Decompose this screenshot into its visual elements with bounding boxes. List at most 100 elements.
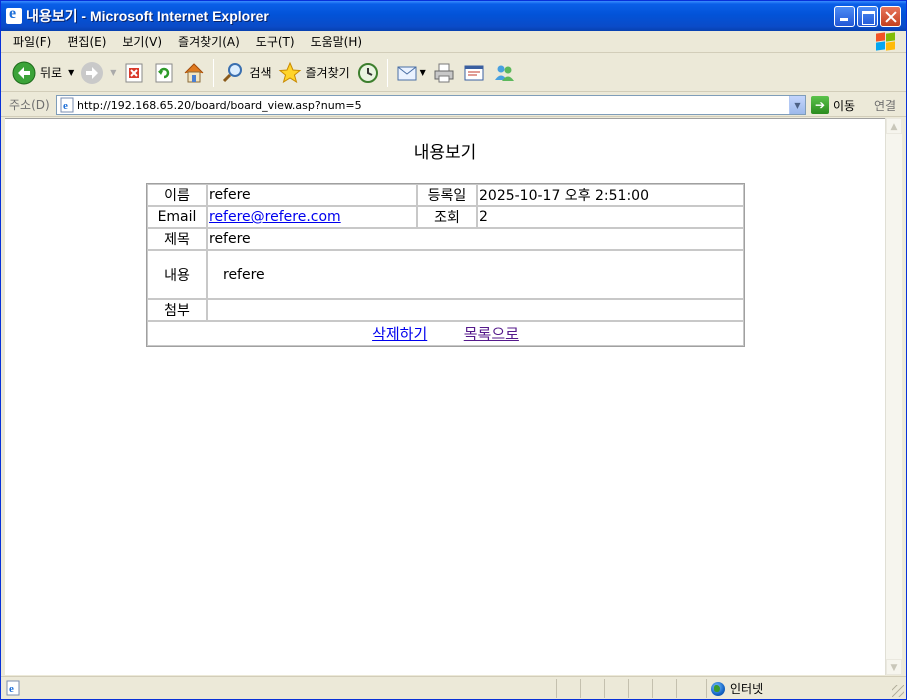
search-icon: [221, 61, 245, 85]
status-panels: [556, 679, 700, 698]
delete-link[interactable]: 삭제하기: [372, 325, 427, 343]
back-arrow-icon: [12, 61, 36, 85]
name-value: refere: [207, 184, 417, 206]
favorites-button[interactable]: 즐겨찾기: [275, 57, 353, 89]
forward-button[interactable]: ▼: [77, 57, 119, 89]
stop-button[interactable]: [119, 57, 149, 89]
go-button[interactable]: ➔ 이동: [811, 95, 855, 115]
table-row: 제목 refere: [147, 228, 744, 250]
email-cell: refere@refere.com: [207, 206, 417, 228]
subject-value: refere: [207, 228, 744, 250]
email-label: Email: [147, 206, 207, 228]
mail-icon: [395, 61, 419, 85]
resize-grip-icon[interactable]: [892, 685, 904, 697]
browser-window: 내용보기 - Microsoft Internet Explorer 파일(F)…: [0, 0, 907, 700]
status-panel: [604, 679, 628, 698]
back-label: 뒤로: [40, 66, 63, 80]
subject-label: 제목: [147, 228, 207, 250]
printer-icon: [432, 61, 456, 85]
views-value: 2: [477, 206, 744, 228]
zone-label: 인터넷: [730, 682, 764, 696]
back-button[interactable]: 뒤로 ▼: [9, 57, 77, 89]
post-detail-table: 이름 refere 등록일 2025-10-17 오후 2:51:00 Emai…: [146, 183, 745, 347]
menu-help[interactable]: 도움말(H): [303, 31, 371, 53]
star-icon: [278, 61, 302, 85]
search-button[interactable]: 검색: [218, 57, 274, 89]
attach-value: [207, 299, 744, 321]
home-icon: [182, 61, 206, 85]
address-input[interactable]: e http://192.168.65.20/board/board_view.…: [56, 95, 806, 115]
address-bar: 주소(D) e http://192.168.65.20/board/board…: [1, 93, 906, 117]
attach-label: 첨부: [147, 299, 207, 321]
print-button[interactable]: [429, 57, 459, 89]
status-panel: [652, 679, 676, 698]
svg-text:e: e: [63, 100, 68, 112]
menu-bar: 파일(F) 편집(E) 보기(V) 즐겨찾기(A) 도구(T) 도움말(H): [1, 31, 906, 53]
page-title: 내용보기: [413, 143, 477, 163]
links-label[interactable]: 연결: [874, 97, 896, 114]
scroll-up-icon[interactable]: ▲: [886, 118, 902, 134]
title-bar[interactable]: 내용보기 - Microsoft Internet Explorer: [1, 1, 906, 31]
history-button[interactable]: [353, 57, 383, 89]
globe-icon: [711, 681, 725, 696]
scroll-down-icon[interactable]: ▼: [886, 659, 902, 675]
views-label: 조회: [417, 206, 477, 228]
mail-dropdown-icon[interactable]: ▼: [420, 68, 426, 77]
action-links: 삭제하기 목록으로: [147, 321, 744, 346]
address-label: 주소(D): [9, 98, 50, 112]
close-button[interactable]: [880, 6, 901, 27]
window-title: 내용보기 - Microsoft Internet Explorer: [26, 8, 269, 24]
windows-logo-icon: [874, 32, 896, 52]
edit-page-icon: [462, 61, 486, 85]
email-link[interactable]: refere@refere.com: [209, 209, 341, 225]
back-dropdown-icon[interactable]: ▼: [68, 68, 74, 77]
ie-page-icon: e: [59, 97, 75, 113]
forward-dropdown-icon[interactable]: ▼: [110, 68, 116, 77]
window-controls: [834, 6, 901, 27]
ie-page-icon: e: [5, 680, 21, 696]
edit-button[interactable]: [459, 57, 489, 89]
menu-view[interactable]: 보기(V): [114, 31, 170, 53]
mail-button[interactable]: ▼: [392, 57, 429, 89]
vertical-scrollbar[interactable]: ▲ ▼: [885, 118, 902, 675]
go-arrow-icon: ➔: [811, 96, 829, 114]
status-panel: [676, 679, 700, 698]
table-row: 첨부: [147, 299, 744, 321]
menu-favorites[interactable]: 즐겨찾기(A): [170, 31, 248, 53]
messenger-icon: [492, 61, 516, 85]
menu-file[interactable]: 파일(F): [1, 31, 59, 53]
home-button[interactable]: [179, 57, 209, 89]
stop-icon: [122, 61, 146, 85]
status-panel: [580, 679, 604, 698]
security-zone: 인터넷: [706, 679, 886, 698]
menu-tools[interactable]: 도구(T): [248, 31, 303, 53]
name-label: 이름: [147, 184, 207, 206]
svg-text:e: e: [9, 683, 14, 695]
address-dropdown-icon[interactable]: ▼: [789, 96, 805, 114]
date-value: 2025-10-17 오후 2:51:00: [477, 184, 744, 206]
list-link[interactable]: 목록으로: [464, 325, 519, 343]
history-icon: [356, 61, 380, 85]
ie-page-icon: [6, 5, 22, 24]
address-url: http://192.168.65.20/board/board_view.as…: [77, 98, 362, 112]
toolbar-separator: [386, 58, 388, 87]
table-row: 삭제하기 목록으로: [147, 321, 744, 346]
search-label: 검색: [249, 66, 272, 80]
content-label: 내용: [147, 250, 207, 299]
table-row: 이름 refere 등록일 2025-10-17 오후 2:51:00: [147, 184, 744, 206]
menu-edit[interactable]: 편집(E): [59, 31, 114, 53]
table-row: 내용 refere: [147, 250, 744, 299]
minimize-button[interactable]: [834, 6, 855, 27]
status-panel: [628, 679, 652, 698]
status-panel: [556, 679, 580, 698]
page-viewport: 내용보기 이름 refere 등록일 2025-10-17 오후 2:51:00…: [5, 118, 885, 675]
refresh-button[interactable]: [149, 57, 179, 89]
content-value: refere: [207, 250, 744, 299]
standard-toolbar: 뒤로 ▼ ▼ 검색 즐겨찾기 ▼: [1, 54, 906, 92]
favorites-label: 즐겨찾기: [305, 66, 350, 80]
refresh-icon: [152, 61, 176, 85]
go-label: 이동: [833, 98, 856, 113]
maximize-button[interactable]: [857, 6, 878, 27]
status-bar: e 인터넷: [1, 676, 906, 699]
messenger-button[interactable]: [489, 57, 519, 89]
